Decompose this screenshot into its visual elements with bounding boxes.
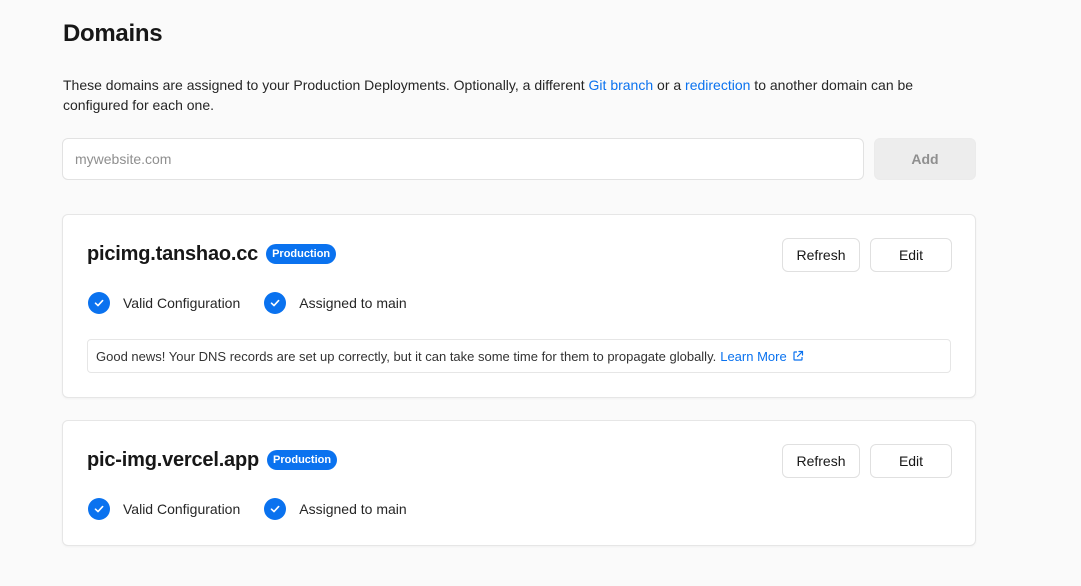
external-link-icon — [792, 350, 804, 362]
refresh-button[interactable]: Refresh — [782, 444, 860, 478]
notice-text: Good news! Your DNS records are set up c… — [96, 348, 717, 364]
status-label: Assigned to main — [299, 295, 407, 311]
add-domain-row: Add — [62, 138, 976, 180]
domain-card: pic-img.vercel.app Production Refresh Ed… — [62, 420, 976, 546]
domain-name: picimg.tanshao.cc — [87, 242, 259, 265]
check-circle-icon — [88, 498, 110, 520]
status-valid-configuration: Valid Configuration — [88, 498, 240, 520]
status-label: Assigned to main — [299, 501, 407, 517]
edit-button[interactable]: Edit — [870, 444, 952, 478]
status-assigned-branch: Assigned to main — [264, 292, 407, 314]
domain-card: picimg.tanshao.cc Production Refresh Edi… — [62, 214, 976, 398]
dns-notice: Good news! Your DNS records are set up c… — [87, 339, 951, 373]
page-description: These domains are assigned to your Produ… — [63, 75, 963, 115]
domains-page: Domains These domains are assigned to yo… — [0, 0, 1081, 586]
status-valid-configuration: Valid Configuration — [88, 292, 240, 314]
domain-name: pic-img.vercel.app — [87, 448, 260, 471]
description-text: or a — [653, 77, 686, 93]
page-title: Domains — [63, 20, 163, 47]
learn-more-link[interactable]: Learn More — [720, 349, 803, 364]
domain-header: picimg.tanshao.cc Production — [87, 241, 337, 267]
production-badge: Production — [267, 450, 338, 470]
learn-more-label: Learn More — [720, 348, 787, 364]
status-label: Valid Configuration — [123, 295, 241, 311]
description-text: These domains are assigned to your Produ… — [63, 77, 589, 93]
status-assigned-branch: Assigned to main — [264, 498, 407, 520]
redirection-link[interactable]: redirection — [685, 77, 750, 93]
production-badge: Production — [266, 244, 337, 264]
edit-button[interactable]: Edit — [870, 238, 952, 272]
check-circle-icon — [264, 292, 287, 314]
refresh-button[interactable]: Refresh — [782, 238, 860, 272]
domain-actions: Refresh Edit — [782, 238, 952, 272]
add-button[interactable]: Add — [874, 138, 976, 180]
check-circle-icon — [88, 292, 110, 314]
check-circle-icon — [264, 498, 287, 520]
status-row: Valid Configuration Assigned to main — [88, 498, 431, 520]
status-label: Valid Configuration — [123, 501, 241, 517]
git-branch-link[interactable]: Git branch — [589, 77, 654, 93]
domain-actions: Refresh Edit — [782, 444, 952, 478]
domain-input[interactable] — [62, 138, 864, 180]
domain-header: pic-img.vercel.app Production — [87, 447, 338, 473]
status-row: Valid Configuration Assigned to main — [88, 292, 431, 314]
